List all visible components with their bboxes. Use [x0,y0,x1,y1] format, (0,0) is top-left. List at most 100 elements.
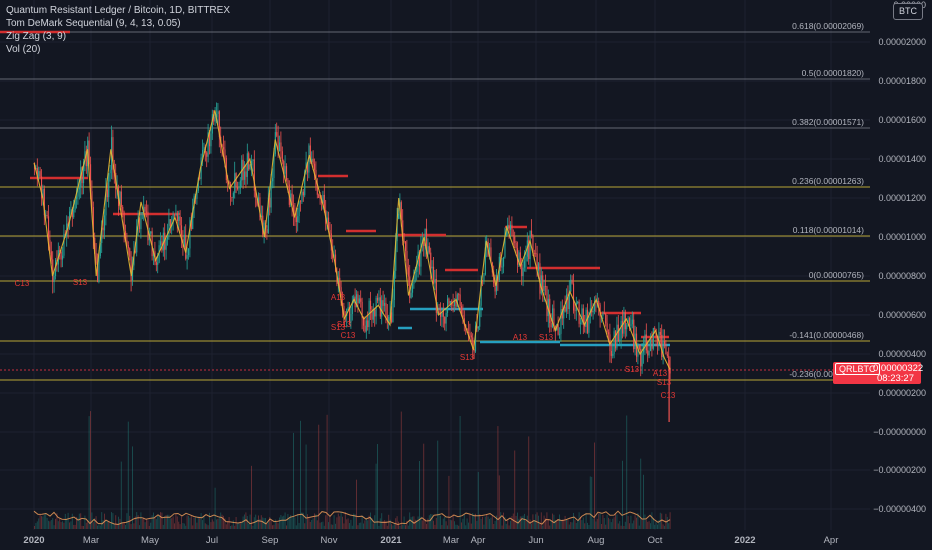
candle-body [109,169,111,174]
candle-body [39,171,41,177]
candle-body [665,344,667,355]
volume-bar [126,513,128,529]
volume-bar [364,520,366,529]
x-tick-label: 2021 [380,535,402,546]
volume-bar [69,522,70,529]
candle-body [620,320,622,340]
volume-bar [360,522,362,529]
volume-bar [39,514,41,529]
volume-bar [638,525,640,529]
volume-bar [556,521,558,529]
candle-body [448,298,450,304]
volume-bar [519,516,521,529]
candle-body [477,326,479,329]
volume-bar [136,512,138,529]
volume-bar [479,514,481,529]
candle-body [603,312,605,314]
volume-bar [340,512,342,529]
volume-bar [480,518,482,529]
volume-bar [326,414,328,529]
volume-bar [386,525,388,529]
currency-button[interactable]: BTC [893,3,923,20]
volume-bar [599,513,601,529]
volume-bar [566,519,567,529]
candle-body [574,310,576,312]
y-tick-label: 0.00001400 [878,154,926,164]
volume-bar [238,522,240,529]
td-sequential-label: S13 [460,353,475,362]
volume-bar [311,519,313,529]
volume-bar [547,519,549,529]
volume-bar [661,513,663,529]
td-sequential-label: A13 [653,369,668,378]
volume-bar [518,518,520,529]
volume-bar [330,524,332,529]
volume-bar [231,525,233,529]
volume-bar [501,525,503,529]
volume-bar [249,514,251,529]
volume-bar [322,521,324,529]
volume-bar [662,524,664,529]
candle-body [606,323,608,333]
volume-bar [38,518,40,529]
candle-body [297,216,299,223]
candle-body [602,312,604,316]
volume-bar [41,516,42,529]
volume-bar [267,521,269,529]
volume-bar [536,512,538,529]
volume-bar [228,517,230,529]
candle-body [210,133,212,147]
volume-bar [225,524,227,529]
candle-body [587,309,589,333]
candle-body [231,197,233,198]
price-chart[interactable]: 0.618(0.00002069) 0.5(0.00001820) 0.382(0.… [0,0,932,550]
candle-body [60,251,62,260]
volume-bar [503,512,504,529]
candle-body [246,153,248,177]
volume-bar [654,524,656,529]
volume-bar [146,519,147,529]
candle-body [185,234,187,259]
indicator-zigzag[interactable]: Zig Zag (3, 9) [6,30,230,43]
volume-bar [185,525,187,529]
volume-bar [619,521,621,529]
volume-bar [559,514,560,529]
volume-bar [213,521,215,529]
volume-bar [375,463,377,529]
candle-body [169,219,171,226]
volume-bar [162,524,164,529]
candle-body [279,142,281,152]
volume-bar [557,519,559,529]
volume-bar [281,516,283,529]
indicator-volume[interactable]: Vol (20) [6,43,230,56]
volume-bar [153,512,154,529]
y-tick-label: 0.00001000 [878,232,926,242]
candle-body [542,275,544,291]
volume-bar [648,521,650,529]
volume-bar [358,522,360,529]
candle-body [430,252,432,269]
volume-bar [48,520,49,529]
volume-bar [203,515,205,529]
volume-bar [242,516,244,529]
volume-bar [434,524,436,529]
candle-body [102,227,104,231]
volume-bar [427,518,429,529]
volume-bar [407,525,409,529]
volume-bar [63,522,65,529]
volume-bar [318,424,320,529]
volume-bar [591,476,593,529]
volume-bar [622,460,623,529]
volume-bar [158,515,160,529]
candle-body [392,299,394,323]
x-tick-label: 2020 [23,535,44,546]
volume-bar [172,516,174,529]
candle-body [358,298,360,304]
volume-bar [664,525,665,529]
candle-body [144,206,146,212]
indicator-td-sequential[interactable]: Tom DeMark Sequential (9, 4, 13, 0.05) [6,17,230,30]
candle-body [546,286,548,317]
candle-body [431,266,433,269]
volume-bar [441,525,443,529]
candle-body [503,257,505,267]
